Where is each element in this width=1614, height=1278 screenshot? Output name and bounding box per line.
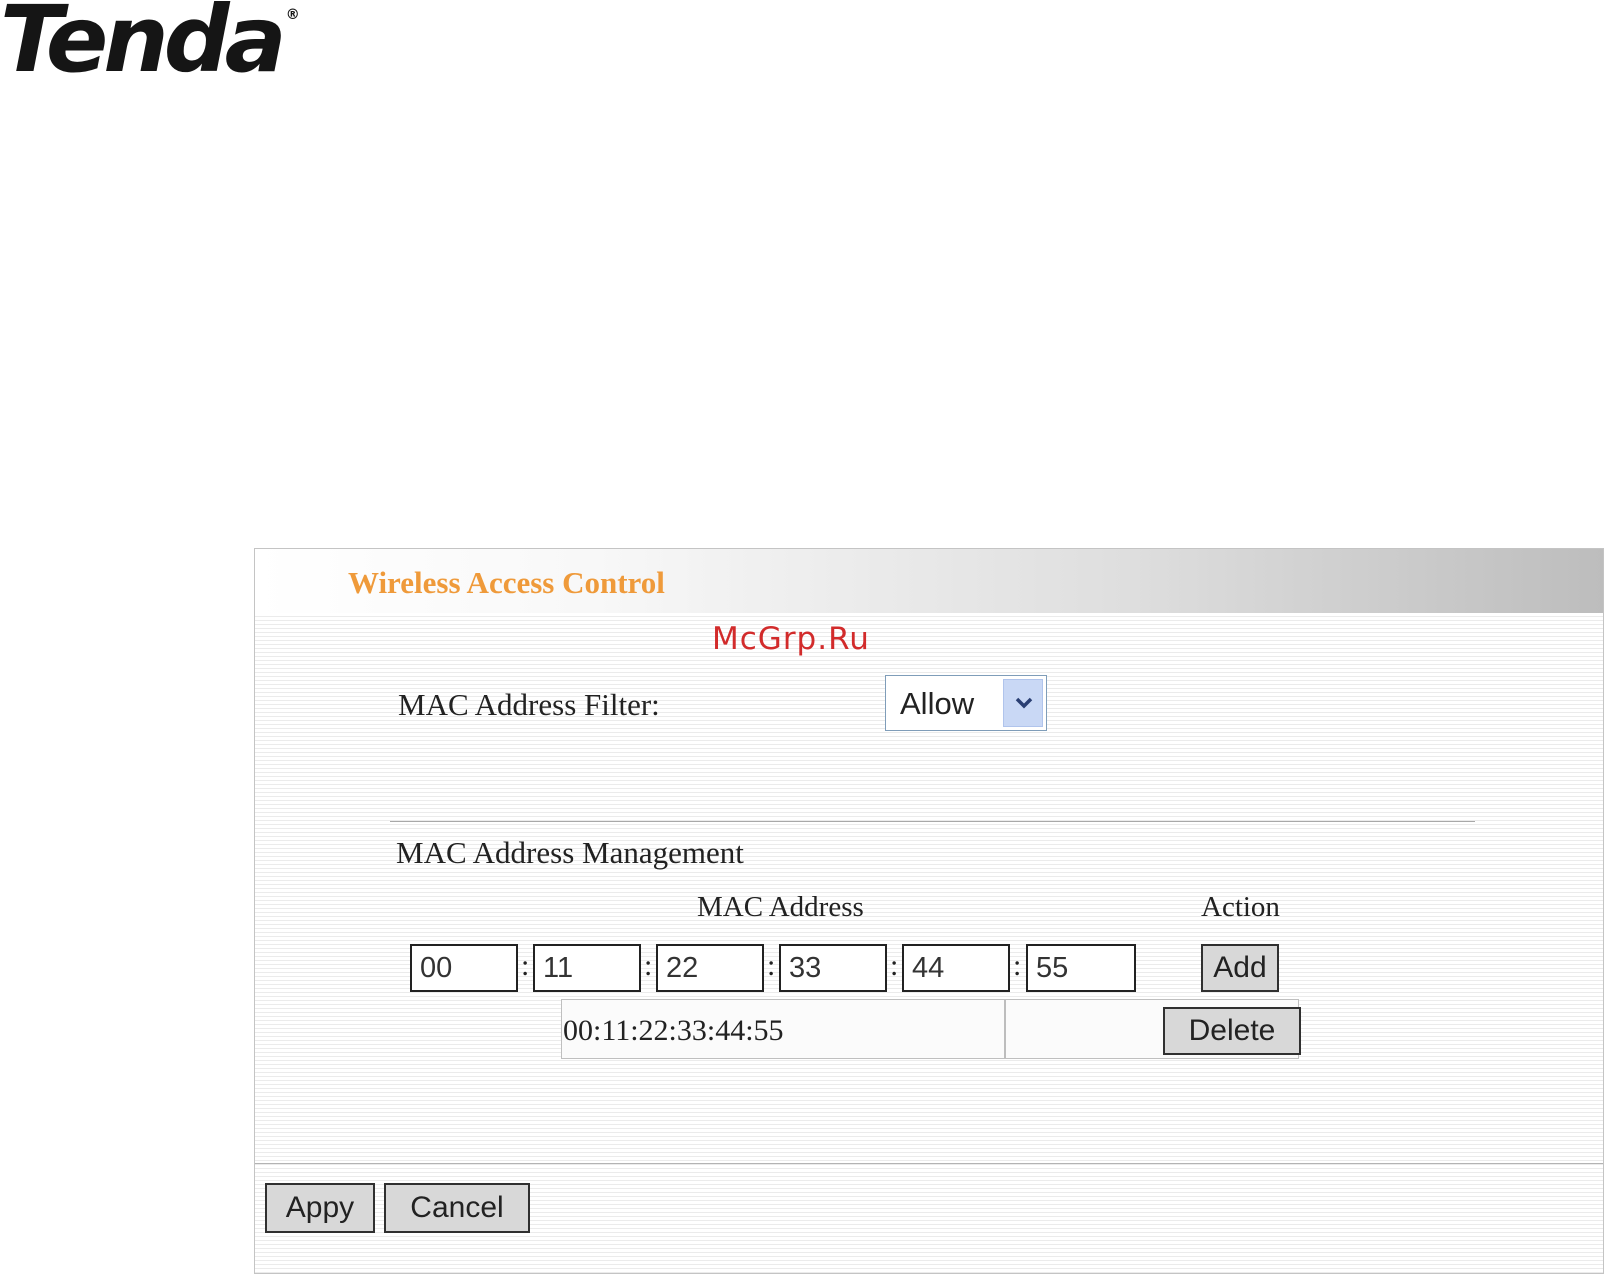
section-divider bbox=[390, 821, 1475, 822]
mac-filter-label: MAC Address Filter: bbox=[398, 687, 660, 722]
tenda-logo: Tenda ® bbox=[0, 0, 300, 86]
chevron-down-icon bbox=[1015, 697, 1033, 709]
delete-button[interactable]: Delete bbox=[1163, 1007, 1301, 1055]
apply-button[interactable]: Appy bbox=[265, 1183, 375, 1233]
add-button[interactable]: Add bbox=[1201, 944, 1279, 992]
mac-separator: : bbox=[521, 949, 530, 982]
logo-text: Tenda bbox=[0, 0, 287, 93]
mac-separator: : bbox=[1013, 949, 1022, 982]
mac-filter-selected-value: Allow bbox=[900, 686, 975, 721]
watermark: McGrp.Ru bbox=[712, 621, 870, 657]
panel-title: Wireless Access Control bbox=[348, 565, 665, 600]
footer-divider bbox=[255, 1163, 1603, 1164]
mac-octet-3-input[interactable] bbox=[656, 944, 764, 992]
mac-octet-6-input[interactable] bbox=[1026, 944, 1136, 992]
cancel-button[interactable]: Cancel bbox=[384, 1183, 530, 1233]
mac-entry-address: 00:11:22:33:44:55 bbox=[562, 1000, 1006, 1058]
mac-octet-4-input[interactable] bbox=[779, 944, 887, 992]
dropdown-button[interactable] bbox=[1003, 679, 1043, 727]
wireless-access-control-panel: Wireless Access Control McGrp.Ru MAC Add… bbox=[254, 548, 1604, 1274]
mac-separator: : bbox=[767, 949, 776, 982]
mac-separator: : bbox=[890, 949, 899, 982]
registered-mark: ® bbox=[285, 7, 300, 23]
mac-octet-5-input[interactable] bbox=[902, 944, 1010, 992]
mac-filter-select[interactable]: Allow bbox=[885, 675, 1047, 731]
panel-header: Wireless Access Control bbox=[255, 549, 1603, 613]
mac-octet-2-input[interactable] bbox=[533, 944, 641, 992]
mac-separator: : bbox=[644, 949, 653, 982]
mac-management-label: MAC Address Management bbox=[396, 835, 744, 870]
column-header-mac-address: MAC Address bbox=[697, 891, 864, 923]
column-header-action: Action bbox=[1201, 891, 1280, 923]
mac-octet-1-input[interactable] bbox=[410, 944, 518, 992]
